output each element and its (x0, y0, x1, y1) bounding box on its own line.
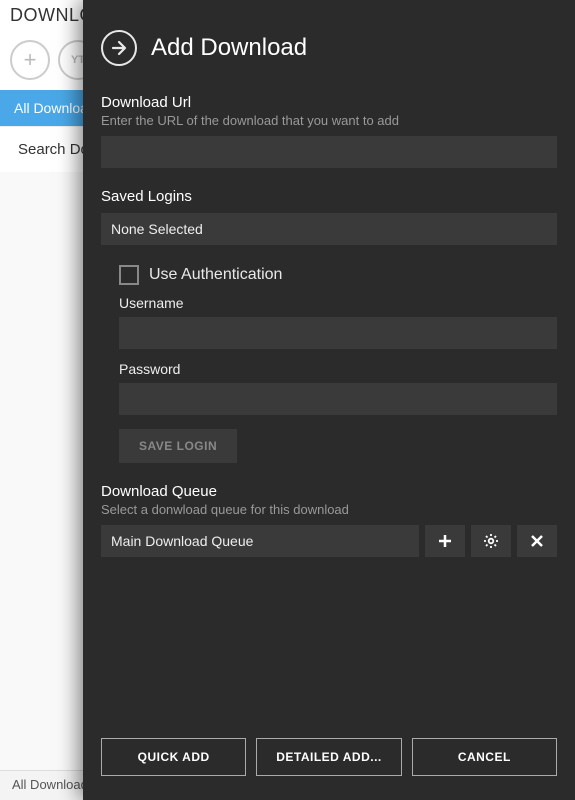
username-label: Username (119, 295, 557, 311)
use-auth-checkbox[interactable]: Use Authentication (119, 265, 557, 285)
dialog-title: Add Download (151, 34, 307, 62)
logins-selected: None Selected (111, 221, 203, 237)
auth-section: Use Authentication Username Password SAV… (101, 265, 557, 463)
password-label: Password (119, 361, 557, 377)
arrow-right-icon (101, 30, 137, 66)
url-label: Download Url (101, 94, 557, 111)
dialog-header: Add Download (101, 30, 557, 66)
use-auth-label: Use Authentication (149, 266, 282, 284)
logins-dropdown[interactable]: None Selected (101, 213, 557, 245)
queue-settings-button[interactable] (471, 525, 511, 557)
detailed-add-button[interactable]: DETAILED ADD... (256, 738, 401, 776)
url-hint: Enter the URL of the download that you w… (101, 113, 557, 128)
queue-dropdown[interactable]: Main Download Queue (101, 525, 419, 557)
quick-add-button[interactable]: QUICK ADD (101, 738, 246, 776)
queue-remove-button[interactable] (517, 525, 557, 557)
queue-label: Download Queue (101, 483, 557, 500)
url-section: Download Url Enter the URL of the downlo… (101, 94, 557, 168)
add-download-dialog: Add Download Download Url Enter the URL … (83, 0, 575, 800)
queue-hint: Select a donwload queue for this downloa… (101, 502, 557, 517)
add-button[interactable]: + (10, 40, 50, 80)
queue-selected: Main Download Queue (111, 533, 253, 549)
logins-section: Saved Logins None Selected (101, 188, 557, 245)
close-icon (529, 533, 545, 549)
queue-row: Main Download Queue (101, 525, 557, 557)
queue-add-button[interactable] (425, 525, 465, 557)
url-input[interactable] (101, 136, 557, 168)
password-input[interactable] (119, 383, 557, 415)
dialog-footer: QUICK ADD DETAILED ADD... CANCEL (101, 738, 557, 782)
logins-label: Saved Logins (101, 188, 557, 205)
queue-section: Download Queue Select a donwload queue f… (101, 483, 557, 557)
username-input[interactable] (119, 317, 557, 349)
cancel-button[interactable]: CANCEL (412, 738, 557, 776)
plus-icon: + (24, 47, 37, 73)
gear-icon (483, 533, 499, 549)
save-login-button[interactable]: SAVE LOGIN (119, 429, 237, 463)
checkbox-box (119, 265, 139, 285)
plus-icon (437, 533, 453, 549)
